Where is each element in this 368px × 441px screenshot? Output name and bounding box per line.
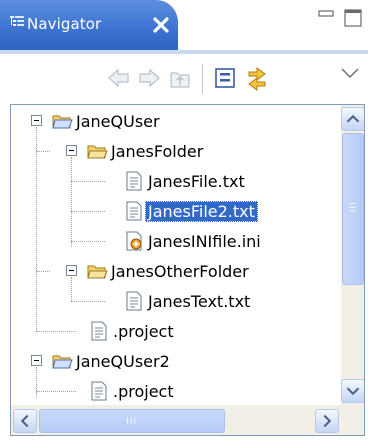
maximize-icon[interactable] xyxy=(342,6,364,28)
chevron-right-icon xyxy=(323,414,332,428)
chevron-left-icon xyxy=(20,414,29,428)
view-tab-bar: Navigator xyxy=(0,0,368,54)
tree-item-label: JanesFile.txt xyxy=(148,171,245,191)
scroll-right-button[interactable] xyxy=(315,409,339,433)
text-file-icon xyxy=(91,321,107,341)
tree-item[interactable]: JanesINIfile.ini xyxy=(123,226,264,256)
vertical-scroll-thumb[interactable] xyxy=(342,133,364,285)
scroll-up-button[interactable] xyxy=(341,107,364,131)
back-arrow-icon[interactable] xyxy=(105,64,133,92)
navigator-tab[interactable]: Navigator xyxy=(0,0,178,50)
navigator-view-icon xyxy=(10,16,24,26)
folder-open-icon xyxy=(87,145,108,159)
link-with-editor-icon[interactable] xyxy=(243,64,271,92)
tree-connector xyxy=(71,241,105,242)
tree-item[interactable]: JanesOtherFolder xyxy=(86,256,252,286)
vertical-scrollbar[interactable] xyxy=(341,105,364,405)
tree-item[interactable]: JanesFile.txt xyxy=(123,166,248,196)
horizontal-scroll-thumb[interactable] xyxy=(39,409,225,433)
scroll-down-button[interactable] xyxy=(341,379,364,403)
tree-item-label: JanesINIfile.ini xyxy=(148,231,261,251)
ini-file-icon xyxy=(126,231,142,251)
tree-connector xyxy=(36,331,76,332)
tree-connector xyxy=(71,157,72,247)
tree-item[interactable]: JaneQUser xyxy=(51,106,163,136)
resource-tree: JaneQUser JanesFolder JanesFile.txt Jane… xyxy=(11,105,341,405)
collapse-toggle-icon[interactable] xyxy=(66,265,77,276)
text-file-icon xyxy=(126,201,142,221)
project-folder-icon xyxy=(52,115,73,129)
horizontal-scrollbar[interactable] xyxy=(11,405,341,435)
tree-connector xyxy=(71,277,72,301)
view-toolbar xyxy=(0,54,368,104)
forward-arrow-icon[interactable] xyxy=(135,64,163,92)
minimize-icon[interactable] xyxy=(315,6,337,28)
collapse-toggle-icon[interactable] xyxy=(66,145,77,156)
up-folder-icon[interactable] xyxy=(166,64,194,92)
tree-item-label: JanesFile2.txt xyxy=(145,200,258,222)
text-file-icon xyxy=(126,291,142,311)
text-file-icon xyxy=(91,381,107,401)
collapse-toggle-icon[interactable] xyxy=(31,355,42,366)
view-menu-chevron-icon[interactable] xyxy=(336,60,364,88)
navigator-tree-panel: JaneQUser JanesFolder JanesFile.txt Jane… xyxy=(10,104,365,436)
chevron-up-icon xyxy=(346,114,360,123)
grip-icon xyxy=(349,203,356,212)
navigator-tab-title: Navigator xyxy=(27,15,102,33)
tree-item-label: .project xyxy=(113,381,174,401)
scroll-left-button[interactable] xyxy=(13,409,37,433)
text-file-icon xyxy=(126,171,142,191)
tree-item[interactable]: JanesText.txt xyxy=(123,286,253,316)
project-folder-icon xyxy=(52,355,73,369)
tree-connector xyxy=(36,271,50,272)
close-icon[interactable] xyxy=(151,15,171,35)
tree-item-selected[interactable]: JanesFile2.txt xyxy=(123,196,258,226)
tree-item[interactable]: .project xyxy=(88,376,177,406)
tree-connector xyxy=(36,391,76,392)
chevron-down-icon xyxy=(346,387,360,396)
tree-item-label: JanesText.txt xyxy=(148,291,251,311)
toolbar-separator xyxy=(202,64,203,94)
tree-connector xyxy=(36,127,37,331)
folder-open-icon xyxy=(87,265,108,279)
grip-icon xyxy=(126,417,136,424)
tree-item[interactable]: .project xyxy=(88,316,177,346)
collapse-toggle-icon[interactable] xyxy=(31,115,42,126)
tree-item-label: .project xyxy=(113,321,174,341)
tree-connector xyxy=(36,151,50,152)
scrollbar-corner xyxy=(341,405,364,435)
tree-item-label: JanesFolder xyxy=(111,141,204,161)
tree-connector xyxy=(71,301,105,302)
tree-item[interactable]: JanesFolder xyxy=(86,136,206,166)
tree-connector xyxy=(71,181,105,182)
tree-item-label: JanesOtherFolder xyxy=(111,261,249,281)
tree-connector xyxy=(71,211,105,212)
collapse-all-icon[interactable] xyxy=(211,64,239,92)
tree-item-label: JaneQUser2 xyxy=(76,351,170,371)
tree-connector xyxy=(36,367,37,397)
tree-item-label: JaneQUser xyxy=(76,111,160,131)
tree-item[interactable]: JaneQUser2 xyxy=(51,346,173,376)
